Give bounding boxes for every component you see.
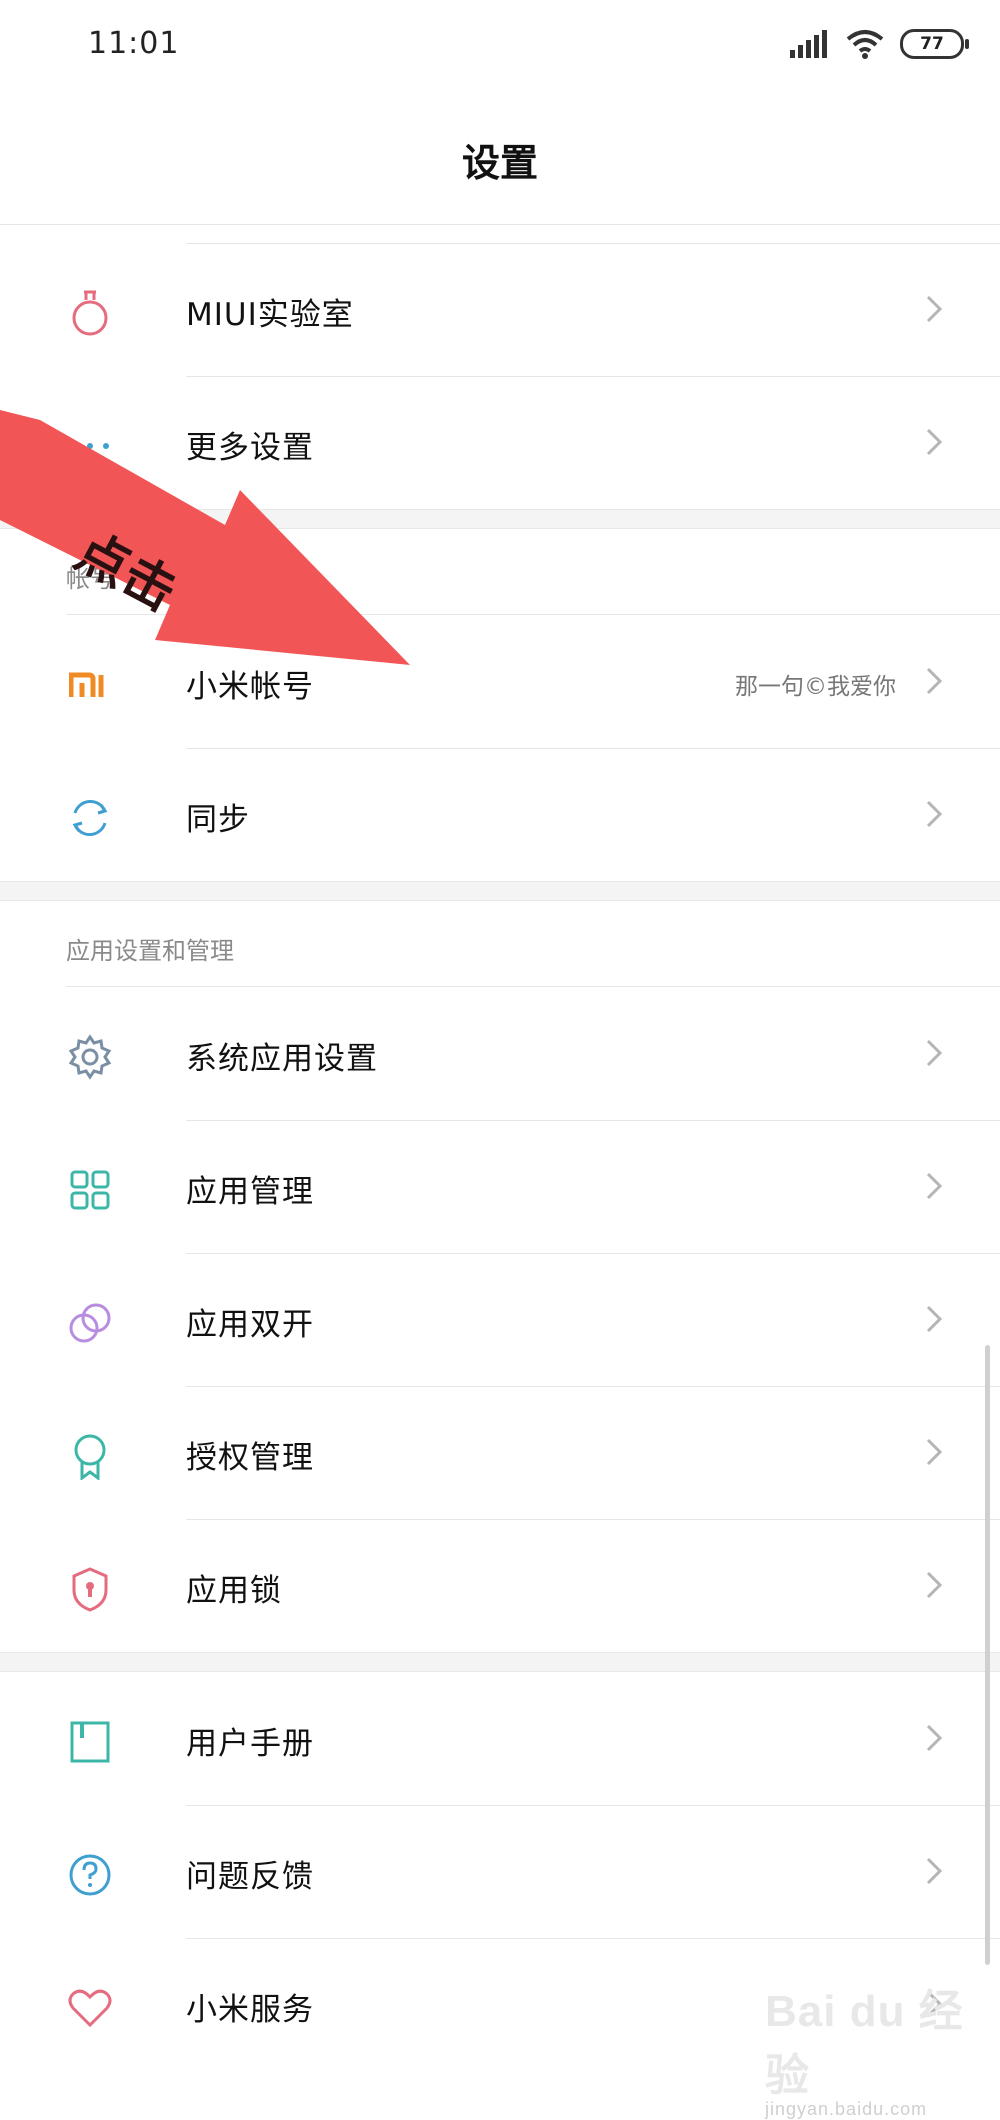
settings-item-label: MIUI实验室 (186, 297, 354, 333)
row-divider (186, 376, 1000, 377)
settings-item-permissions[interactable]: 授权管理 (0, 1386, 1000, 1519)
watermark-url: jingyan.baidu.com (765, 2099, 928, 2119)
row-divider (186, 748, 1000, 749)
status-icons: 77 (790, 26, 969, 62)
settings-item-label: 系统应用设置 (186, 1041, 378, 1077)
settings-item-system-apps[interactable]: 系统应用设置 (0, 987, 1000, 1120)
row-divider (186, 1938, 1000, 1939)
settings-item-label: 应用锁 (186, 1573, 282, 1609)
settings-item-label: 授权管理 (186, 1440, 314, 1476)
chevron-right-icon (926, 1571, 943, 1599)
dual-app-icon (66, 1299, 114, 1347)
settings-item-app-manager[interactable]: 应用管理 (0, 1120, 1000, 1253)
chevron-right-icon (926, 1438, 943, 1466)
row-divider (186, 243, 1000, 244)
chevron-right-icon (926, 667, 943, 695)
status-time: 11:01 (88, 26, 180, 61)
award-icon (66, 1432, 114, 1480)
row-divider (186, 1386, 1000, 1387)
account-name-value: 那一句©我爱你 (735, 674, 896, 700)
settings-item-label: 应用双开 (186, 1307, 314, 1343)
settings-item-label: 用户手册 (186, 1726, 314, 1762)
row-divider (186, 1120, 1000, 1121)
flask-icon (66, 289, 114, 337)
settings-item-label: 应用管理 (186, 1174, 314, 1210)
chevron-right-icon (926, 800, 943, 828)
section-header-label: 应用设置和管理 (66, 937, 234, 965)
status-bar: 11:01 77 (0, 0, 1000, 90)
title-bar: 设置 (0, 90, 1000, 225)
row-divider (186, 1805, 1000, 1806)
battery-icon: 77 (900, 29, 969, 59)
settings-item-sync[interactable]: 同步 (0, 748, 1000, 881)
chevron-right-icon (926, 1305, 943, 1333)
chevron-right-icon (926, 1724, 943, 1752)
chevron-right-icon (926, 428, 943, 456)
grid-icon (66, 1166, 114, 1214)
row-divider (186, 1253, 1000, 1254)
question-icon (66, 1851, 114, 1899)
wifi-icon (846, 30, 884, 59)
settings-item-label: 问题反馈 (186, 1859, 314, 1895)
settings-item-feedback[interactable]: 问题反馈 (0, 1805, 1000, 1938)
settings-item-miui-lab[interactable]: MIUI实验室 (0, 243, 1000, 376)
settings-item-user-manual[interactable]: 用户手册 (0, 1672, 1000, 1805)
watermark: Bai du 经验 jingyan.baidu.com (765, 1975, 1000, 2120)
annotation-arrow-icon (0, 410, 410, 665)
section-header-app-management: 应用设置和管理 (66, 901, 1000, 987)
chevron-right-icon (926, 295, 943, 323)
settings-item-app-lock[interactable]: 应用锁 (0, 1519, 1000, 1652)
settings-item-label: 小米服务 (186, 1992, 314, 2028)
section-divider (0, 1652, 1000, 1672)
row-divider (186, 1519, 1000, 1520)
chevron-right-icon (926, 1172, 943, 1200)
section-divider (0, 881, 1000, 901)
gear-icon (66, 1033, 114, 1081)
shield-lock-icon (66, 1565, 114, 1613)
section-spacer (0, 225, 1000, 243)
watermark-logo: Bai du 经验 (765, 1987, 964, 2100)
chevron-right-icon (926, 1857, 943, 1885)
page-title: 设置 (461, 141, 538, 185)
settings-item-label: 同步 (186, 802, 250, 838)
chevron-right-icon (926, 1039, 943, 1067)
signal-icon (790, 30, 827, 58)
settings-item-dual-apps[interactable]: 应用双开 (0, 1253, 1000, 1386)
book-icon (66, 1718, 114, 1766)
scrollbar[interactable] (985, 1345, 990, 1965)
heart-icon (66, 1984, 114, 2032)
sync-icon (66, 794, 114, 842)
